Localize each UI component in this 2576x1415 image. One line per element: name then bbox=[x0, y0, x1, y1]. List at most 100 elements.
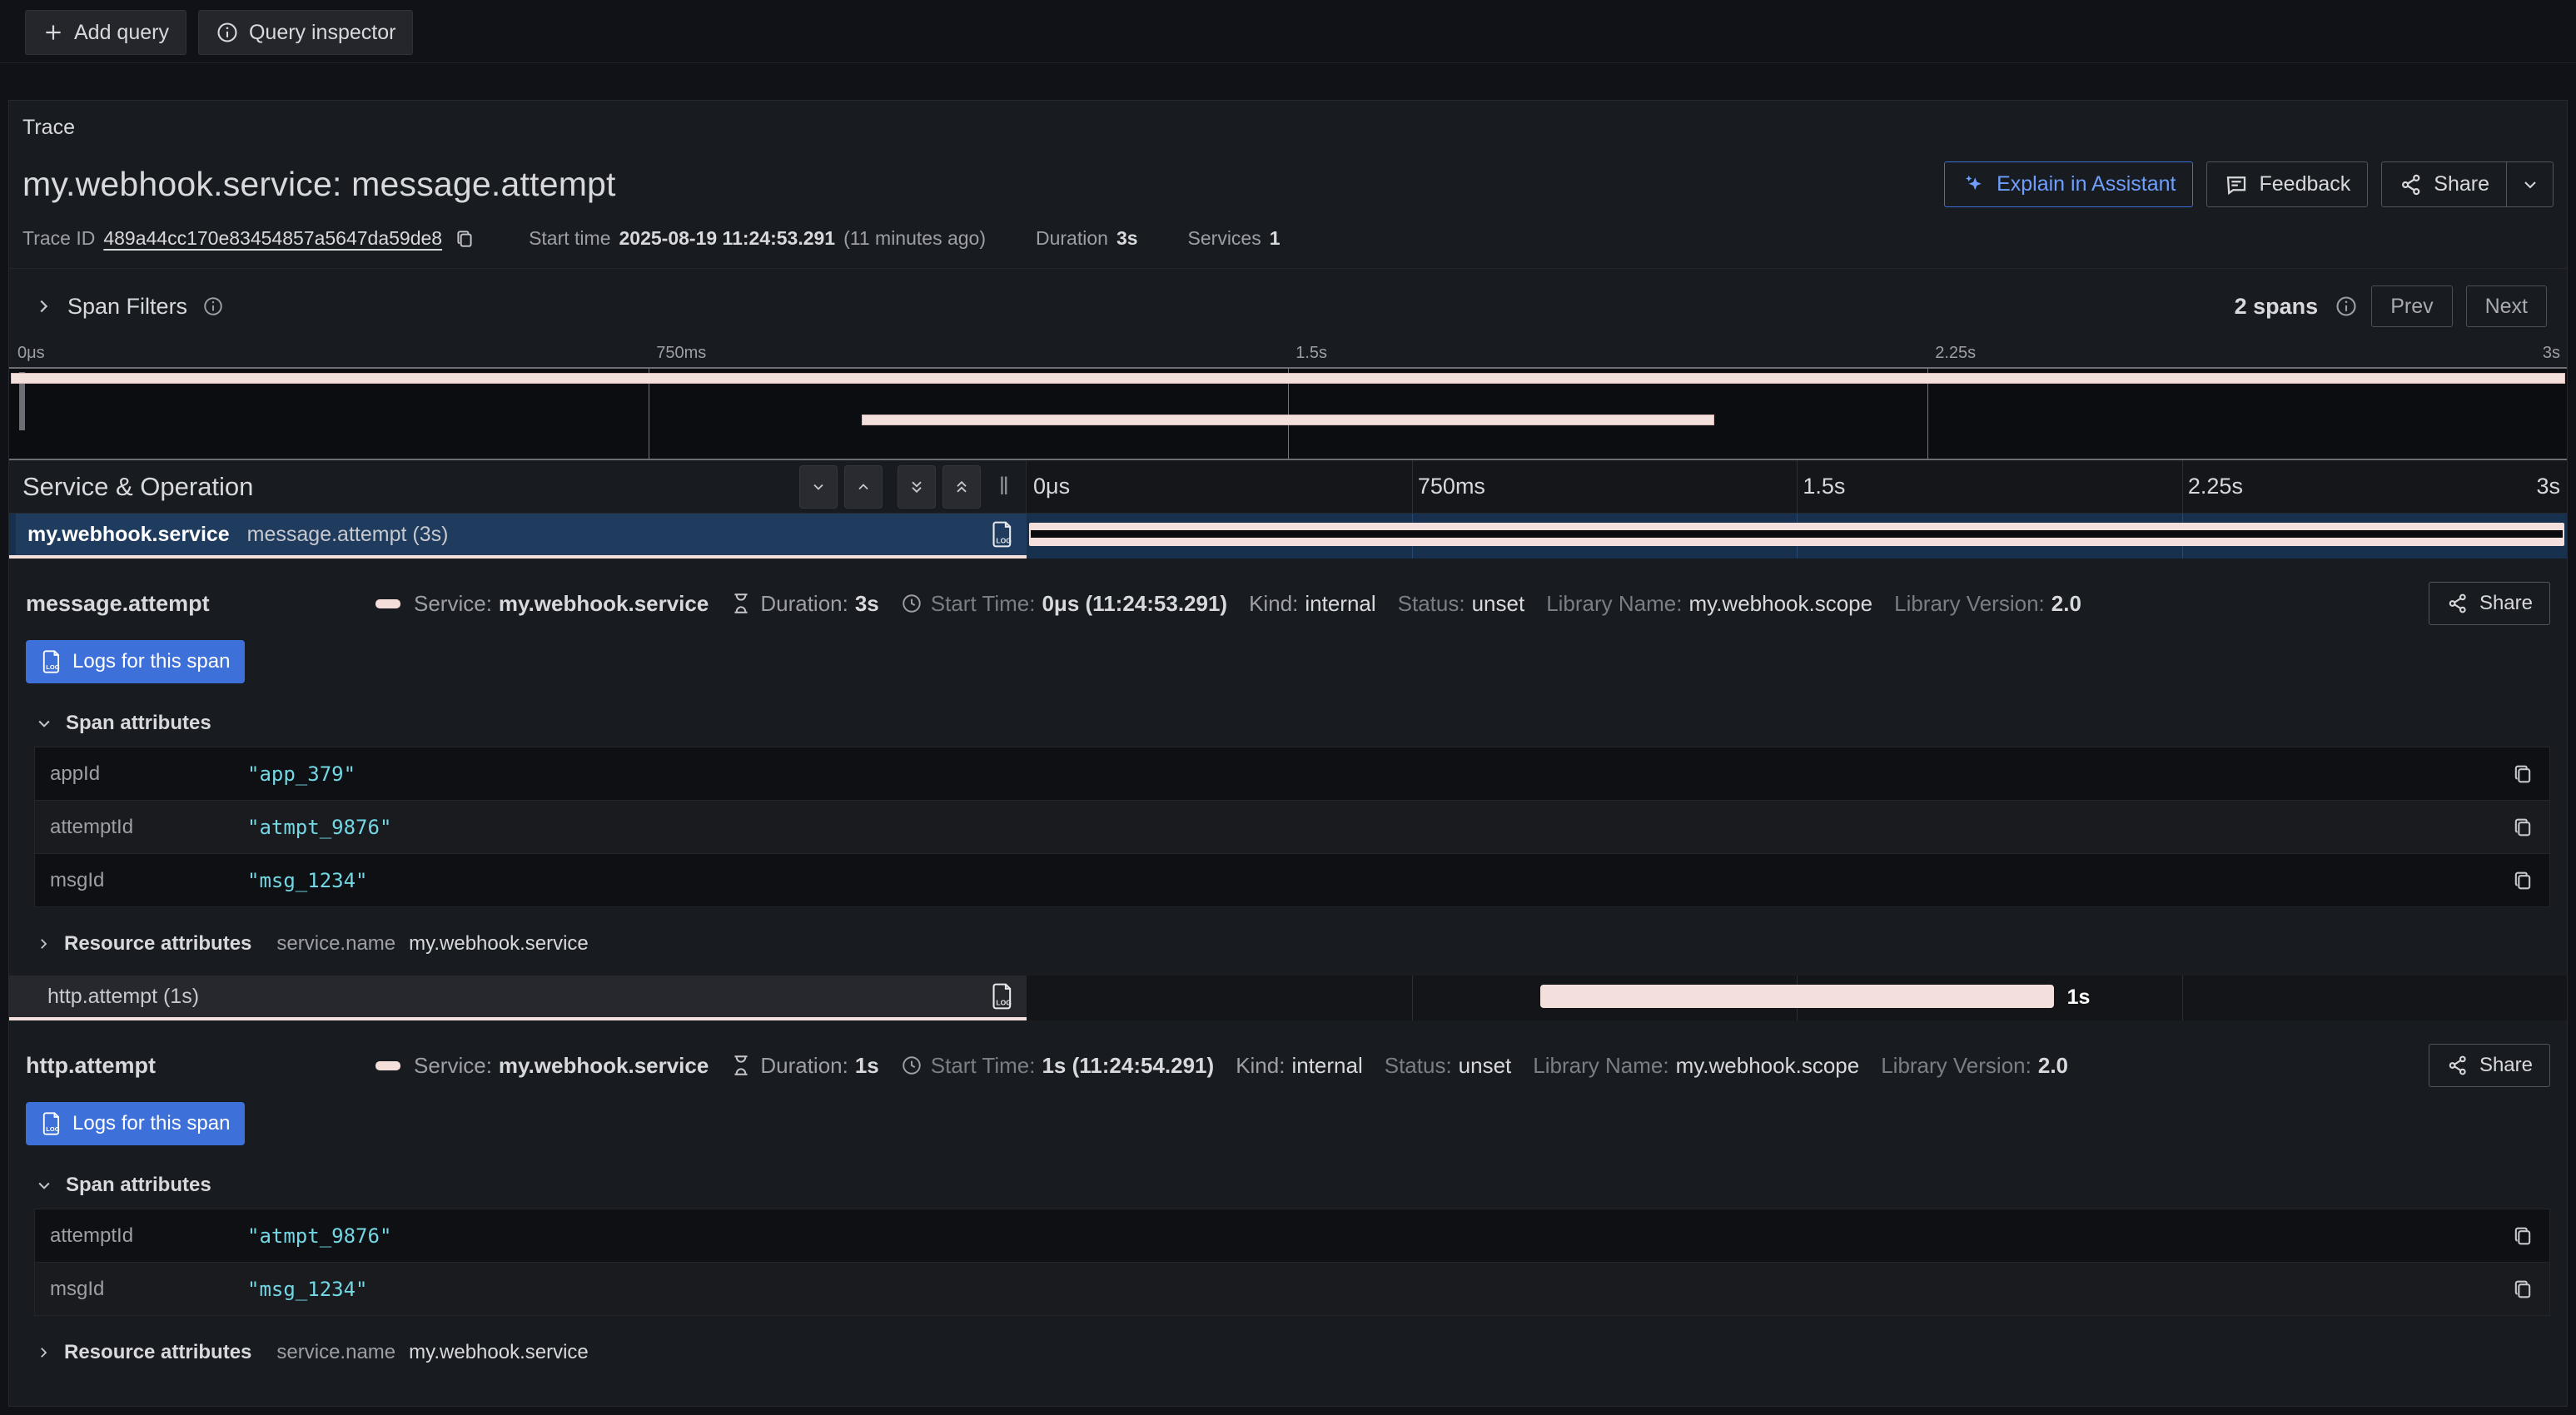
duration-label: Duration: bbox=[760, 1053, 848, 1079]
span-name-cell[interactable]: http.attempt (1s) LOG bbox=[9, 976, 1027, 1020]
tick-3s: 3s bbox=[2543, 344, 2560, 363]
logs-for-span-label: Logs for this span bbox=[72, 650, 230, 673]
attribute-key: attemptId bbox=[35, 816, 247, 839]
tick-750ms: 750ms bbox=[656, 344, 706, 363]
next-span-button[interactable]: Next bbox=[2466, 285, 2547, 327]
add-query-button[interactable]: Add query bbox=[25, 10, 186, 55]
span-row-message-attempt[interactable]: my.webhook.service message.attempt (3s) … bbox=[9, 514, 2567, 559]
kind-value: internal bbox=[1305, 591, 1375, 617]
trace-minimap[interactable] bbox=[9, 367, 2567, 460]
copy-trace-id-icon[interactable] bbox=[450, 228, 479, 250]
copy-attribute-icon[interactable] bbox=[2508, 869, 2538, 892]
library-name-value: my.webhook.scope bbox=[1688, 591, 1872, 617]
start-time-label: Start Time: bbox=[931, 1053, 1036, 1079]
resource-attributes-toggle[interactable]: Resource attributes service.name my.webh… bbox=[36, 932, 2550, 956]
expand-one-button[interactable] bbox=[844, 465, 883, 509]
explain-in-assistant-label: Explain in Assistant bbox=[1997, 172, 2176, 196]
tick-1-5s: 1.5s bbox=[1295, 344, 1327, 363]
span-attributes-table: attemptId "atmpt_9876" msgId "msg_1234" bbox=[34, 1209, 2550, 1316]
hourglass-icon bbox=[730, 1054, 752, 1077]
span-filters-toggle[interactable]: Span Filters bbox=[34, 294, 224, 320]
expand-all-button[interactable] bbox=[942, 465, 981, 509]
span-attributes-toggle[interactable]: Span attributes bbox=[36, 1174, 2550, 1197]
span-logs-icon[interactable]: LOG bbox=[990, 982, 1015, 1010]
span-bar-message-attempt[interactable] bbox=[1029, 523, 2564, 546]
span-bar-http-attempt[interactable] bbox=[1540, 985, 2055, 1008]
tl-tick-0us: 0μs bbox=[1033, 474, 1070, 499]
status-label: Status: bbox=[1398, 591, 1465, 617]
tick-0us: 0μs bbox=[17, 344, 45, 363]
span-share-button[interactable]: Share bbox=[2429, 582, 2550, 625]
service-value: my.webhook.service bbox=[499, 1053, 709, 1079]
hourglass-icon bbox=[730, 592, 752, 615]
duration-value: 3s bbox=[1116, 227, 1138, 250]
attribute-key: attemptId bbox=[35, 1224, 247, 1248]
service-color-swatch bbox=[375, 1061, 400, 1070]
share-icon bbox=[2446, 592, 2469, 615]
timeline-gridline bbox=[2182, 976, 2183, 1020]
collapse-one-button[interactable] bbox=[799, 465, 838, 509]
share-icon bbox=[2399, 172, 2424, 197]
span-name-cell[interactable]: my.webhook.service message.attempt (3s) … bbox=[9, 514, 1027, 559]
span-attributes-label: Span attributes bbox=[66, 712, 211, 735]
span-logs-icon[interactable]: LOG bbox=[990, 520, 1015, 549]
status-label: Status: bbox=[1385, 1053, 1452, 1079]
collapse-all-button[interactable] bbox=[898, 465, 936, 509]
span-attributes-toggle[interactable]: Span attributes bbox=[36, 712, 2550, 735]
timeline-gridline bbox=[1412, 976, 1413, 1020]
share-icon bbox=[2446, 1054, 2469, 1077]
trace-title: my.webhook.service: message.attempt bbox=[22, 165, 616, 204]
resource-attributes-toggle[interactable]: Resource attributes service.name my.webh… bbox=[36, 1341, 2550, 1364]
span-timeline-cell[interactable] bbox=[1027, 514, 2567, 559]
attribute-row: appId "app_379" bbox=[35, 747, 2549, 801]
duration-value: 1s bbox=[855, 1053, 879, 1079]
attribute-row: msgId "msg_1234" bbox=[35, 1263, 2549, 1316]
explain-in-assistant-button[interactable]: Explain in Assistant bbox=[1944, 161, 2193, 207]
trace-id-value[interactable]: 489a44cc170e83454857a5647da59de8 bbox=[103, 227, 442, 250]
share-button[interactable]: Share bbox=[2381, 161, 2507, 207]
prev-span-button[interactable]: Prev bbox=[2371, 285, 2452, 327]
logs-for-span-button[interactable]: LOG Logs for this span bbox=[26, 640, 245, 683]
info-circle-icon[interactable] bbox=[2335, 295, 2358, 318]
chevron-down-icon bbox=[36, 715, 52, 732]
duration-value: 3s bbox=[855, 591, 879, 617]
attribute-key: msgId bbox=[35, 1278, 247, 1301]
duration-label: Duration: bbox=[760, 591, 848, 617]
info-circle-icon bbox=[216, 21, 239, 44]
copy-attribute-icon[interactable] bbox=[2508, 1278, 2538, 1301]
attribute-value: "app_379" bbox=[247, 762, 2508, 786]
minimap-span-child bbox=[862, 415, 1715, 425]
attribute-key: msgId bbox=[35, 869, 247, 892]
attribute-value: "msg_1234" bbox=[247, 869, 2508, 892]
services-label: Services bbox=[1188, 227, 1261, 250]
resource-key: service.name bbox=[276, 932, 395, 956]
copy-attribute-icon[interactable] bbox=[2508, 816, 2538, 839]
copy-attribute-icon[interactable] bbox=[2508, 762, 2538, 786]
minimap-span-root bbox=[11, 373, 2565, 384]
info-circle-icon[interactable] bbox=[202, 295, 224, 317]
span-operation-name: message.attempt (3s) bbox=[247, 523, 449, 546]
tick-2-25s: 2.25s bbox=[1935, 344, 1976, 363]
tl-tick-1-5s: 1.5s bbox=[1803, 474, 1845, 499]
svg-text:LOG: LOG bbox=[46, 663, 59, 671]
chevron-right-icon bbox=[36, 1345, 51, 1360]
span-share-button[interactable]: Share bbox=[2429, 1044, 2550, 1087]
span-service-name: my.webhook.service bbox=[27, 523, 230, 546]
minimap-tick-labels: 0μs 750ms 1.5s 2.25s 3s bbox=[9, 342, 2567, 367]
span-row-http-attempt[interactable]: http.attempt (1s) LOG 1s bbox=[9, 976, 2567, 1020]
span-timeline-cell[interactable]: 1s bbox=[1027, 976, 2567, 1020]
logs-for-span-button[interactable]: LOG Logs for this span bbox=[26, 1102, 245, 1145]
service-label: Service: bbox=[414, 1053, 492, 1079]
start-time-value: 2025-08-19 11:24:53.291 bbox=[619, 227, 836, 250]
svg-text:LOG: LOG bbox=[46, 1125, 59, 1133]
feedback-button[interactable]: Feedback bbox=[2206, 161, 2368, 207]
svg-text:LOG: LOG bbox=[996, 998, 1012, 1006]
query-inspector-button[interactable]: Query inspector bbox=[198, 10, 413, 55]
share-dropdown-caret[interactable] bbox=[2507, 161, 2554, 207]
copy-attribute-icon[interactable] bbox=[2508, 1224, 2538, 1248]
column-resize-handle[interactable]: ‖ bbox=[987, 473, 1017, 501]
service-value: my.webhook.service bbox=[499, 591, 709, 617]
kind-value: internal bbox=[1291, 1053, 1362, 1079]
start-time-ago: (11 minutes ago) bbox=[843, 227, 986, 250]
timeline-gridline bbox=[2182, 460, 2183, 513]
